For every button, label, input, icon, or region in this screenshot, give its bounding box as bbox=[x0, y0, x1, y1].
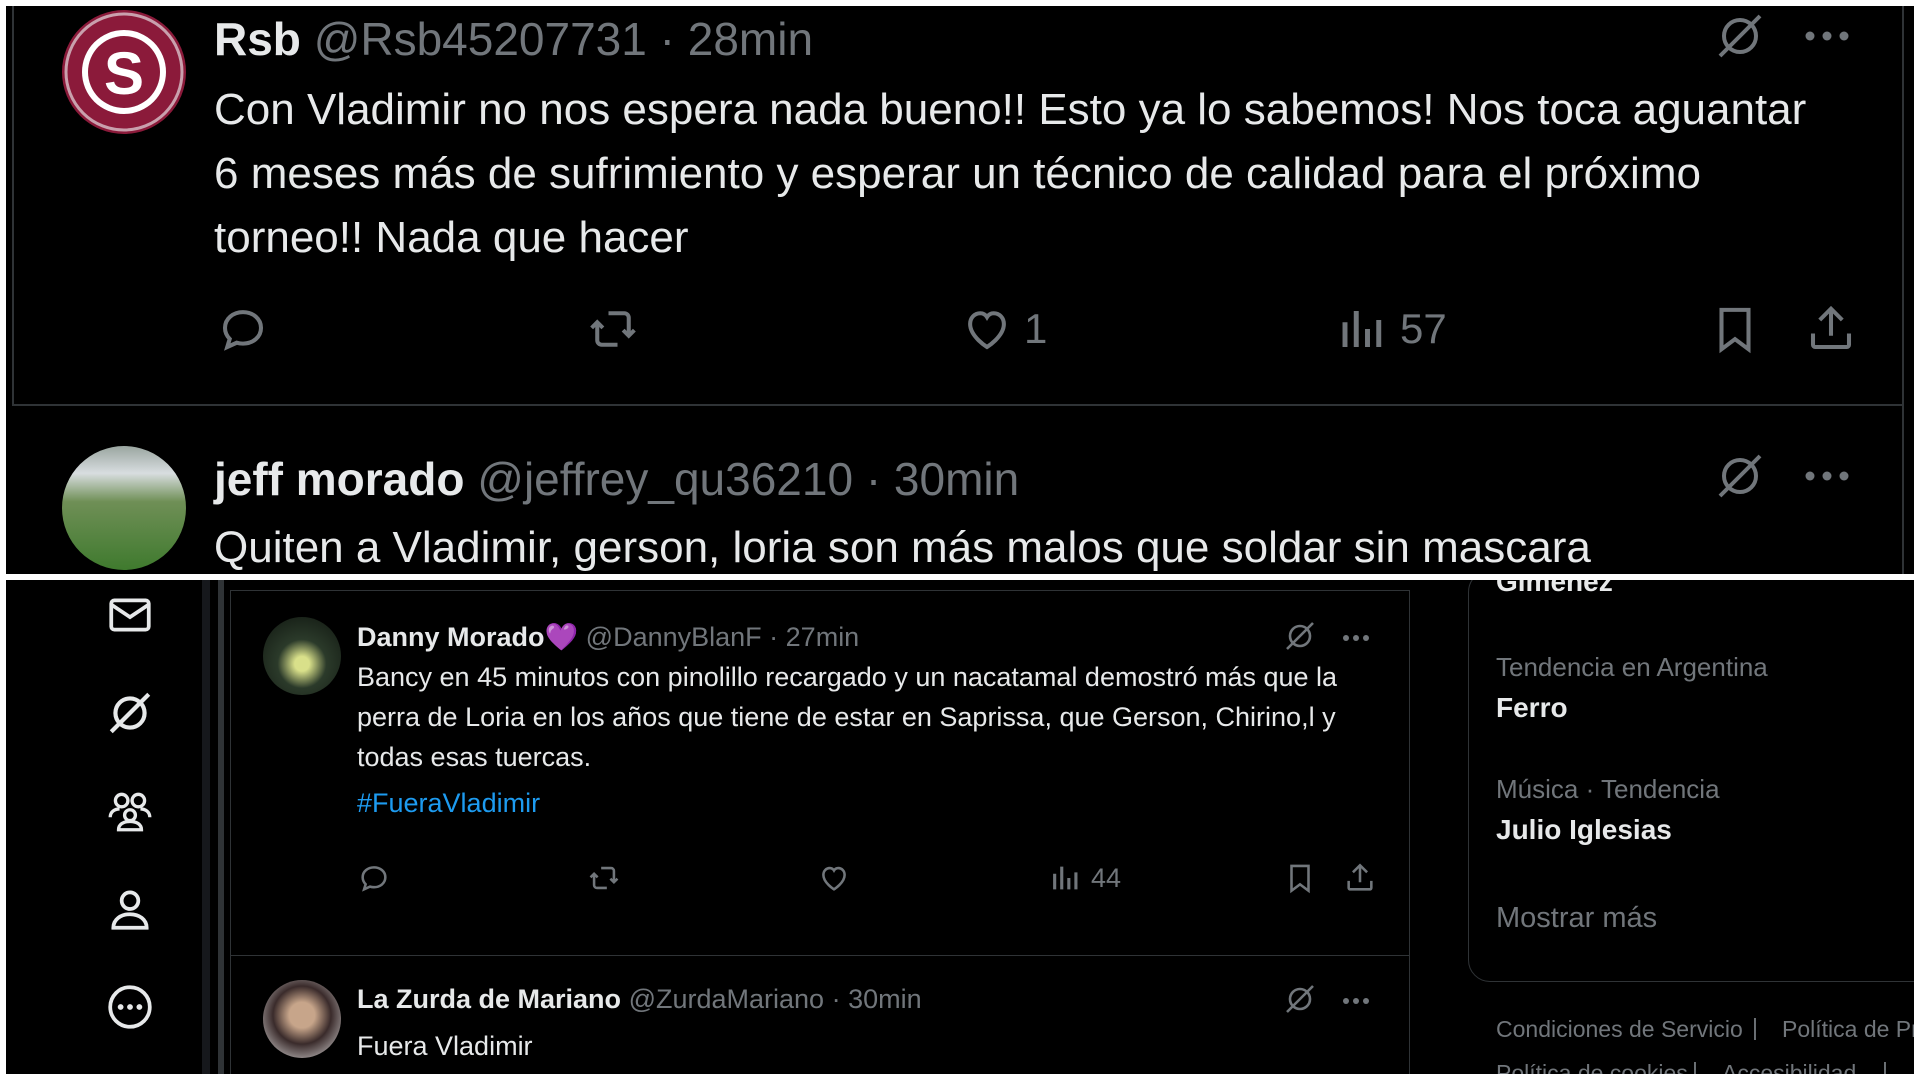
avatar-letter: S bbox=[104, 40, 144, 107]
tweet-rsb[interactable]: S Rsb @Rsb45207731 · 28min Con Vladimir … bbox=[6, 6, 1914, 404]
tweet-header: Danny Morado💜 @DannyBlanF · 27min bbox=[357, 621, 1299, 653]
display-name[interactable]: jeff morado bbox=[214, 453, 464, 505]
zoomed-tweets-panel: S Rsb @Rsb45207731 · 28min Con Vladimir … bbox=[6, 6, 1914, 574]
share-button[interactable] bbox=[1804, 302, 1858, 356]
display-name[interactable]: Rsb bbox=[214, 13, 301, 65]
footer-terms-link[interactable]: Condiciones de Servicio bbox=[1496, 1016, 1743, 1043]
more-circle-icon[interactable] bbox=[105, 982, 155, 1032]
tweet-la-zurda-de-mariano[interactable]: La Zurda de Mariano @ZurdaMariano · 30mi… bbox=[231, 956, 1409, 1074]
tweet-actions: 1 57 bbox=[214, 302, 1852, 362]
trend-name[interactable]: Ferro bbox=[1496, 692, 1568, 724]
display-name[interactable]: La Zurda de Mariano bbox=[357, 984, 621, 1014]
tweet-header: La Zurda de Mariano @ZurdaMariano · 30mi… bbox=[357, 984, 1299, 1015]
handle[interactable]: @ZurdaMariano bbox=[629, 984, 825, 1014]
avatar[interactable] bbox=[62, 446, 186, 570]
more-icon[interactable] bbox=[1802, 26, 1852, 46]
grok-icon[interactable] bbox=[105, 688, 155, 738]
trend-name[interactable]: Julio Iglesias bbox=[1496, 814, 1672, 846]
repost-button[interactable] bbox=[586, 302, 640, 356]
timestamp[interactable]: · 30min bbox=[866, 453, 1019, 505]
handle[interactable]: @DannyBlanF bbox=[586, 622, 762, 652]
repost-icon bbox=[590, 311, 636, 347]
footer-separator: | bbox=[1752, 1014, 1758, 1040]
bookmark-icon bbox=[1719, 307, 1751, 354]
views-icon bbox=[1342, 311, 1382, 347]
trend-meta: Música · Tendencia bbox=[1496, 774, 1720, 804]
view-count: 57 bbox=[1400, 305, 1447, 352]
tweet-header: jeff morado @jeffrey_qu36210 · 30min bbox=[214, 452, 1714, 506]
mail-icon[interactable] bbox=[105, 590, 155, 640]
footer-accessibility-link[interactable]: Accesibilidad bbox=[1722, 1060, 1856, 1074]
hashtag-link[interactable]: #FueraVladimir bbox=[357, 783, 1379, 823]
views-button[interactable]: 57 bbox=[1336, 302, 1447, 356]
footer-separator: | bbox=[1882, 1058, 1888, 1074]
footer-separator: | bbox=[1692, 1058, 1698, 1074]
tweet-text: Bancy en 45 minutos con pinolillo recarg… bbox=[357, 662, 1338, 772]
communities-icon[interactable] bbox=[105, 786, 155, 836]
share-icon bbox=[1347, 863, 1373, 891]
timestamp[interactable]: · 30min bbox=[832, 984, 922, 1014]
name-emoji: 💜 bbox=[544, 622, 579, 652]
show-more-link[interactable]: Mostrar más bbox=[1496, 902, 1657, 935]
bookmark-button[interactable] bbox=[1283, 861, 1317, 895]
grok-icon[interactable] bbox=[1714, 10, 1766, 62]
like-button[interactable]: 1 bbox=[960, 302, 1047, 356]
more-icon[interactable] bbox=[1802, 466, 1852, 486]
column-border bbox=[218, 580, 224, 1074]
handle[interactable]: @jeffrey_qu36210 bbox=[477, 453, 853, 505]
tweet-jeff-morado[interactable]: jeff morado @jeffrey_qu36210 · 30min Qui… bbox=[6, 406, 1914, 574]
reply-button[interactable] bbox=[357, 861, 391, 895]
timeline-screenshot-panel: Danny Morado💜 @DannyBlanF · 27min Bancy … bbox=[6, 580, 1914, 1074]
views-button[interactable]: 44 bbox=[1049, 861, 1121, 895]
handle[interactable]: @Rsb45207731 bbox=[314, 13, 647, 65]
repost-icon bbox=[589, 866, 619, 890]
more-icon[interactable] bbox=[1341, 631, 1371, 643]
display-name[interactable]: Danny Morado bbox=[357, 622, 545, 652]
bookmark-icon bbox=[1290, 864, 1310, 894]
grok-icon[interactable] bbox=[1714, 450, 1766, 502]
tweet-text: Quiten a Vladimir, gerson, loria son más… bbox=[214, 523, 1591, 572]
profile-icon[interactable] bbox=[105, 884, 155, 934]
grok-icon[interactable] bbox=[1283, 619, 1317, 653]
trend-name-cut[interactable]: Gimenez bbox=[1496, 580, 1613, 598]
bookmark-button[interactable] bbox=[1708, 302, 1762, 356]
heart-icon bbox=[968, 311, 1006, 350]
trend-meta: Tendencia en Argentina bbox=[1496, 652, 1768, 682]
timestamp[interactable]: · 27min bbox=[769, 622, 859, 652]
scrollbar-track[interactable] bbox=[202, 580, 210, 1074]
view-count: 44 bbox=[1091, 862, 1122, 893]
like-count: 1 bbox=[1024, 305, 1048, 352]
more-icon[interactable] bbox=[1341, 994, 1371, 1006]
tweet-text: Con Vladimir no nos espera nada bueno!! … bbox=[214, 85, 1807, 262]
reply-icon bbox=[222, 310, 264, 351]
avatar[interactable] bbox=[263, 980, 341, 1058]
footer-privacy-link[interactable]: Política de Pri bbox=[1782, 1016, 1914, 1043]
reply-icon bbox=[361, 866, 387, 892]
footer-cookies-link[interactable]: Política de cookies bbox=[1496, 1060, 1688, 1074]
share-button[interactable] bbox=[1343, 861, 1377, 895]
share-icon bbox=[1810, 305, 1852, 350]
views-icon bbox=[1053, 866, 1078, 890]
heart-icon bbox=[822, 866, 846, 891]
avatar[interactable]: S bbox=[62, 10, 186, 134]
tweet-header: Rsb @Rsb45207731 · 28min bbox=[214, 12, 1714, 66]
tweet-text: Fuera Vladimir bbox=[357, 1031, 533, 1061]
timestamp[interactable]: · 28min bbox=[660, 13, 813, 65]
like-button[interactable] bbox=[817, 861, 851, 895]
timeline: Danny Morado💜 @DannyBlanF · 27min Bancy … bbox=[230, 590, 1410, 1074]
grok-icon[interactable] bbox=[1283, 982, 1317, 1016]
avatar[interactable] bbox=[263, 617, 341, 695]
reply-button[interactable] bbox=[216, 302, 270, 356]
repost-button[interactable] bbox=[587, 861, 621, 895]
tweet-danny-morado[interactable]: Danny Morado💜 @DannyBlanF · 27min Bancy … bbox=[231, 591, 1409, 955]
